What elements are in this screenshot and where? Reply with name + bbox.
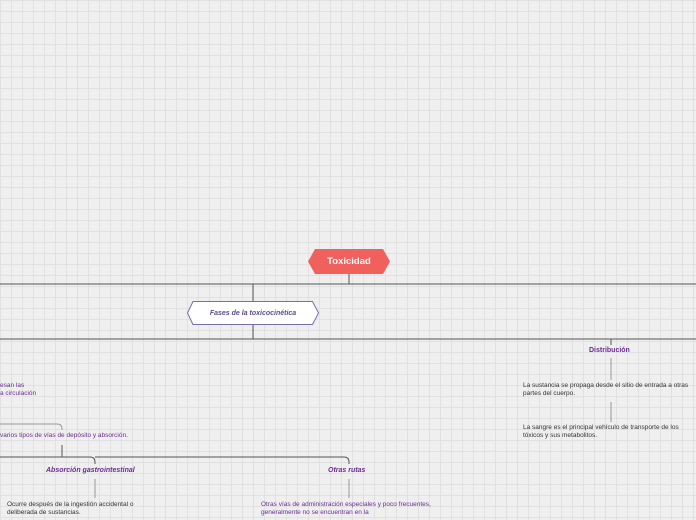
mind-map-canvas[interactable]: Toxicidad Fases de la toxicocinética Dis… — [0, 0, 696, 520]
other-routes-text: Otras vías de administración especiales … — [261, 501, 431, 516]
distribution-text-2: La sangre es el principal vehículo de tr… — [523, 424, 679, 439]
absorption-fragment-1-line-2: a circulación — [0, 390, 37, 397]
distribution-text-1: La sustancia se propaga desde el sitio d… — [523, 382, 689, 397]
distribution-title[interactable]: Distribución — [589, 347, 630, 354]
phase-node[interactable]: Fases de la toxicocinética — [187, 301, 319, 325]
root-node-label: Toxicidad — [327, 256, 371, 267]
absorption-fragment-1-line-1: esan las — [0, 382, 25, 389]
absorption-fragment-2: varios tipos de vías de depósito y absor… — [0, 432, 128, 439]
gastro-title[interactable]: Absorción gastrointestinal — [46, 467, 135, 474]
root-node-toxicidad[interactable]: Toxicidad — [308, 249, 390, 274]
phase-node-label: Fases de la toxicocinética — [209, 309, 297, 317]
gastro-text: Ocurre después de la ingestión accidenta… — [7, 501, 134, 516]
other-routes-title[interactable]: Otras rutas — [328, 467, 365, 474]
